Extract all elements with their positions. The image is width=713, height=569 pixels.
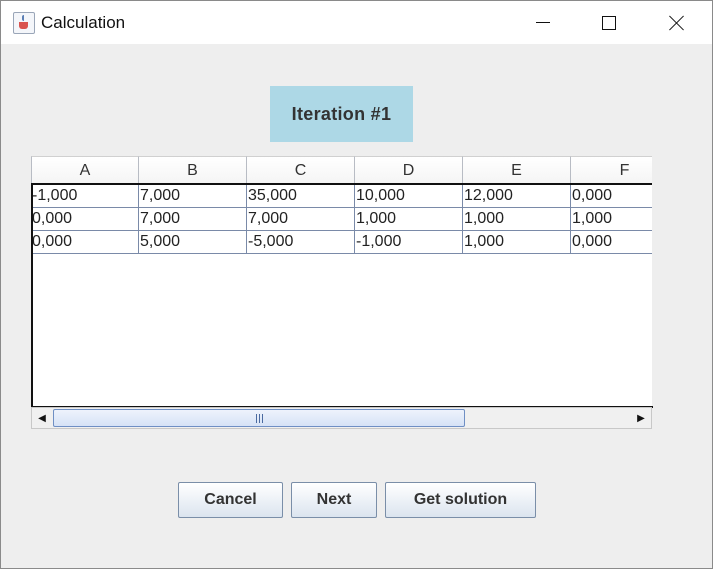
close-button[interactable] [654, 1, 700, 44]
table-cell[interactable]: 7,000 [247, 208, 355, 231]
get-solution-button[interactable]: Get solution [385, 482, 536, 518]
table-cell[interactable]: -1,000 [355, 231, 463, 254]
data-table[interactable]: A B C D E F -1,000 7,000 35,000 10,000 1… [31, 156, 652, 407]
table-cell[interactable]: -5,000 [247, 231, 355, 254]
column-header[interactable]: A [31, 156, 139, 183]
iteration-label: Iteration #1 [270, 86, 413, 142]
table-cell[interactable]: 35,000 [247, 185, 355, 208]
java-coffee-cup-icon [13, 12, 35, 34]
close-icon [669, 15, 685, 31]
maximize-button[interactable] [586, 1, 632, 44]
table-cell[interactable]: 5,000 [139, 231, 247, 254]
table-body: -1,000 7,000 35,000 10,000 12,000 0,000 … [31, 185, 652, 254]
scroll-right-icon[interactable]: ▶ [631, 408, 651, 428]
table-cell[interactable]: 0,000 [571, 231, 652, 254]
table-cell[interactable]: 10,000 [355, 185, 463, 208]
table-row[interactable]: -1,000 7,000 35,000 10,000 12,000 0,000 [31, 185, 652, 208]
grip-icon [255, 413, 263, 423]
table-cell[interactable]: 0,000 [571, 185, 652, 208]
table-cell[interactable]: 7,000 [139, 208, 247, 231]
table-cell[interactable]: 7,000 [139, 185, 247, 208]
table-header: A B C D E F [31, 156, 652, 185]
scroll-left-icon[interactable]: ◀ [32, 408, 52, 428]
title-bar[interactable]: Calculation [1, 1, 712, 44]
window-title: Calculation [41, 13, 126, 32]
table-cell[interactable]: 12,000 [463, 185, 571, 208]
table-cell[interactable]: -1,000 [31, 185, 139, 208]
column-header[interactable]: D [355, 156, 463, 183]
column-header[interactable]: C [247, 156, 355, 183]
table-cell[interactable]: 1,000 [463, 231, 571, 254]
column-header[interactable]: B [139, 156, 247, 183]
next-button[interactable]: Next [291, 482, 377, 518]
table-row[interactable]: 0,000 7,000 7,000 1,000 1,000 1,000 [31, 208, 652, 231]
table-cell[interactable]: 1,000 [355, 208, 463, 231]
table-cell[interactable]: 1,000 [463, 208, 571, 231]
minimize-button[interactable] [520, 1, 566, 44]
column-header[interactable]: E [463, 156, 571, 183]
column-header[interactable]: F [571, 156, 652, 183]
scroll-thumb[interactable] [53, 409, 465, 427]
table-cell[interactable]: 0,000 [31, 208, 139, 231]
table-cell[interactable]: 1,000 [571, 208, 652, 231]
horizontal-scrollbar[interactable]: ◀ ▶ [31, 407, 652, 429]
table-cell[interactable]: 0,000 [31, 231, 139, 254]
cancel-button[interactable]: Cancel [178, 482, 283, 518]
minimize-icon [536, 22, 550, 23]
maximize-icon [602, 15, 616, 30]
calculation-window: Calculation Iteration #1 A B C D E F -1,… [0, 0, 713, 569]
table-row[interactable]: 0,000 5,000 -5,000 -1,000 1,000 0,000 [31, 231, 652, 254]
